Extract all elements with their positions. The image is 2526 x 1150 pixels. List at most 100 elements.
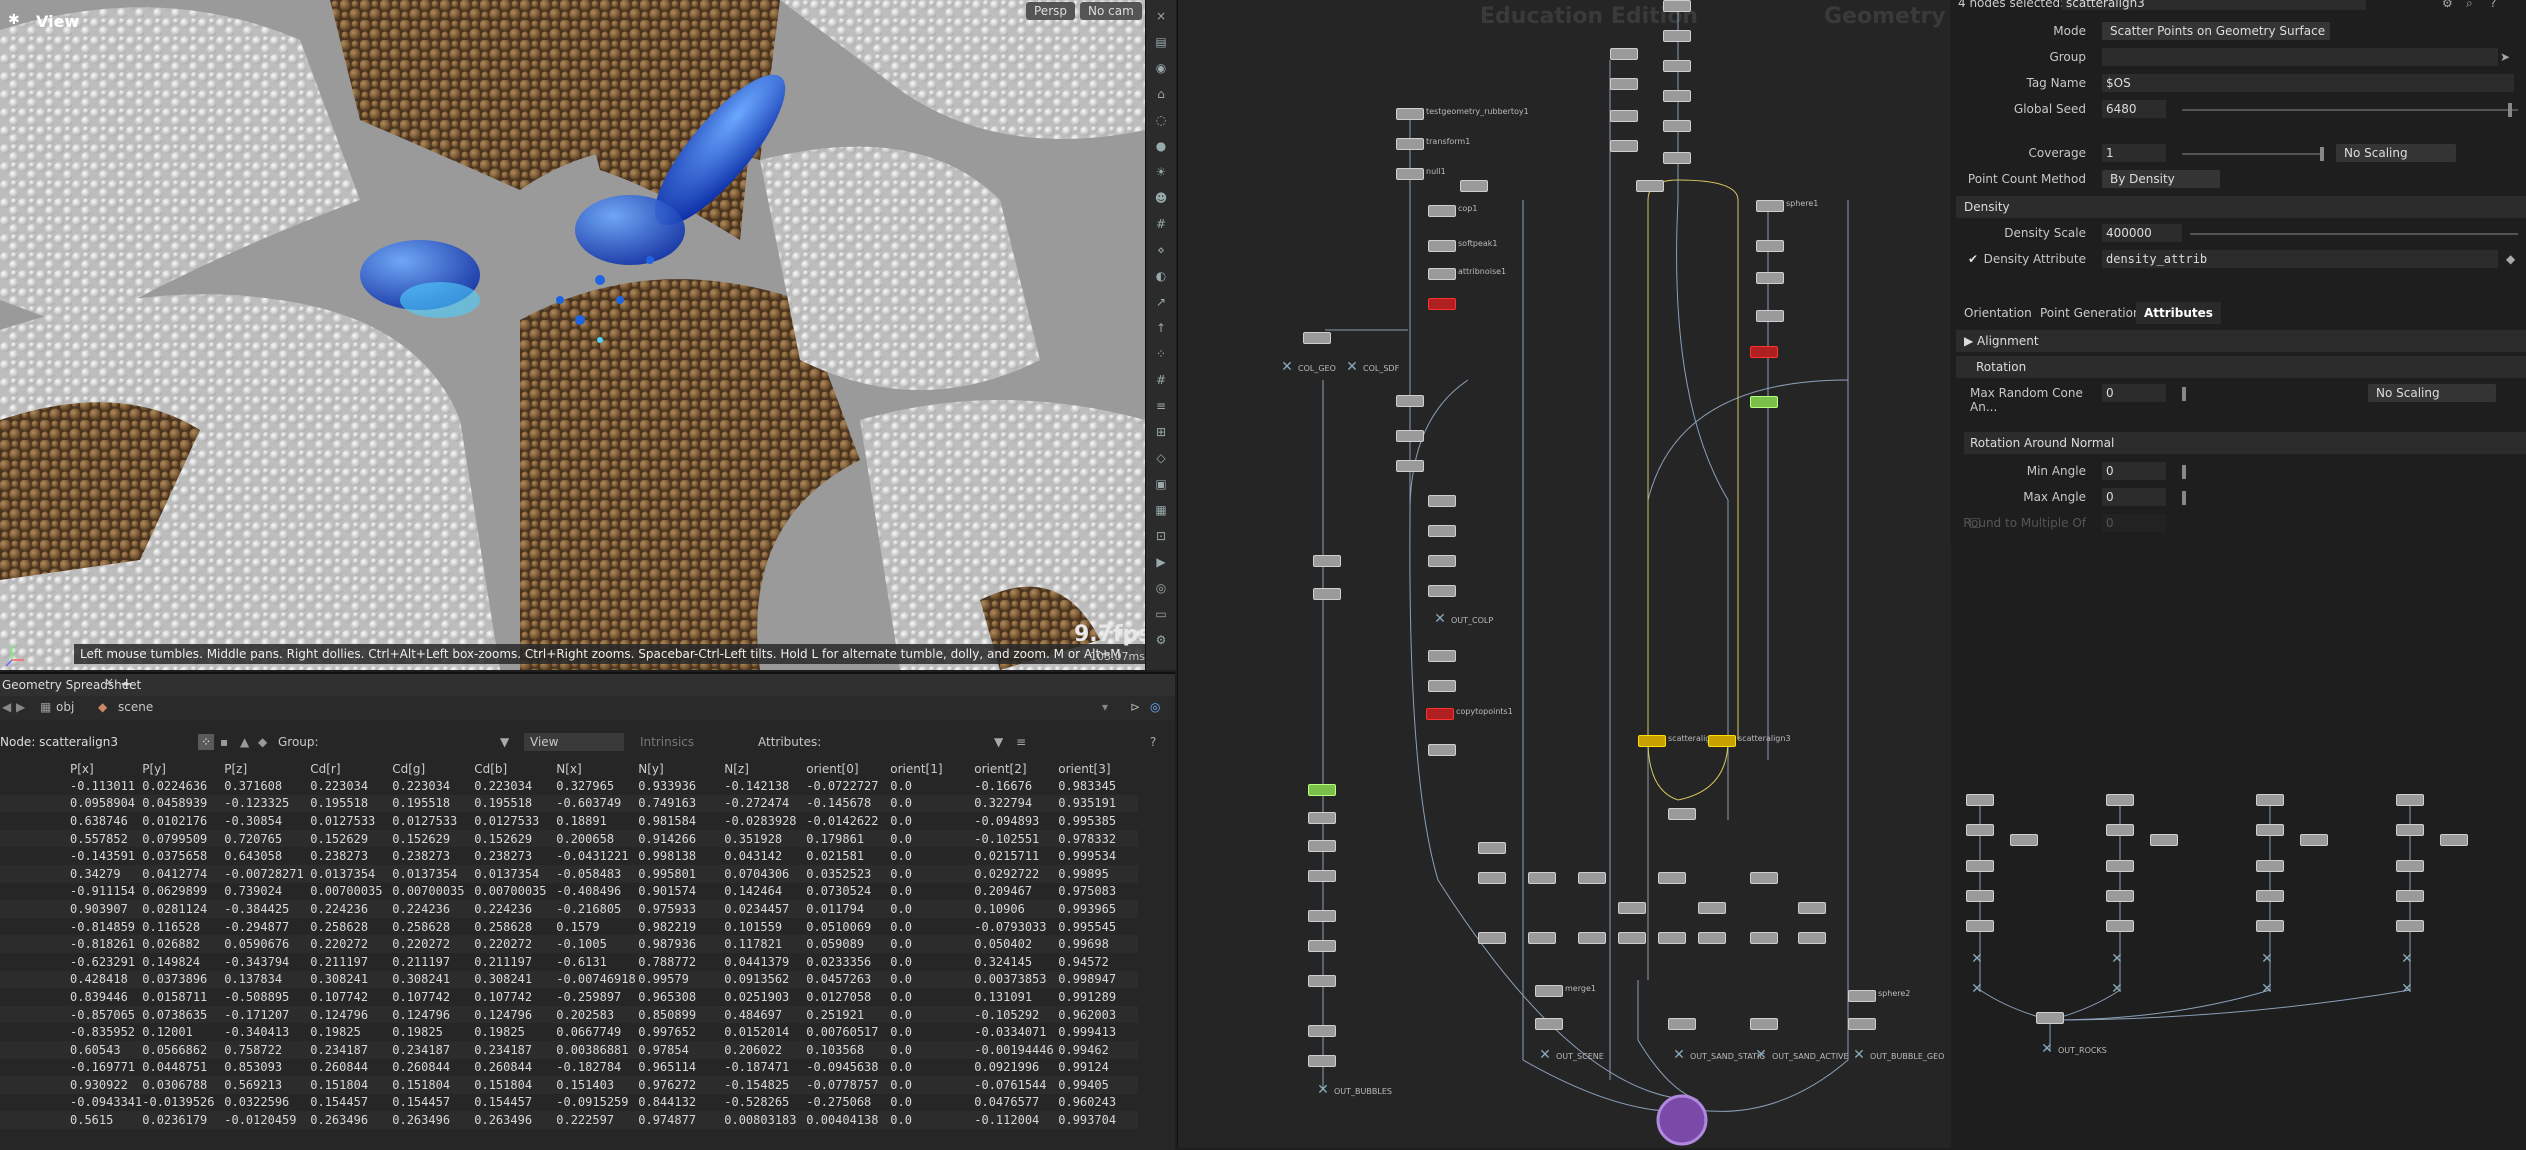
table-row[interactable]: 0.638746 0.0102176 -0.30854 0.0127533 0.0127…	[0, 812, 1138, 830]
node-block-n[interactable]	[1750, 872, 1778, 884]
tab-point-generation[interactable]: Point Generation	[2032, 302, 2149, 324]
node-mid-f[interactable]	[1663, 60, 1691, 72]
out-bubble-geo-icon[interactable]: ✕	[1852, 1048, 1866, 1062]
node-mid-d[interactable]	[1610, 140, 1638, 152]
rock-node[interactable]	[1966, 794, 1994, 806]
node-mid-j[interactable]	[1460, 180, 1488, 192]
out-rock-geo-icon[interactable]: ✕	[2400, 952, 2414, 966]
node-right-b[interactable]	[1756, 272, 1784, 284]
rock-node[interactable]	[2256, 920, 2284, 932]
node-left-d[interactable]	[1428, 495, 1456, 507]
node-block-p[interactable]	[1798, 902, 1826, 914]
node-block-o[interactable]	[1750, 932, 1778, 944]
table-row[interactable]: -0.169771 0.0448751 0.853093 0.260844 0.2608…	[0, 1059, 1138, 1077]
node-left-j[interactable]	[1428, 650, 1456, 662]
density-scale-slider[interactable]	[2190, 233, 2518, 235]
filter-icon[interactable]: ▼	[500, 735, 509, 749]
out-rocks-icon[interactable]: ✕	[2040, 1042, 2054, 1056]
rock-node[interactable]	[2256, 824, 2284, 836]
points-mode-icon[interactable]: ⁘	[198, 734, 214, 750]
node-left-o[interactable]	[1308, 870, 1336, 882]
node-mid-a[interactable]	[1610, 48, 1638, 60]
node-left-p[interactable]	[1308, 910, 1336, 922]
node-block-r[interactable]	[1535, 1018, 1563, 1030]
tab-attributes[interactable]: Attributes	[2136, 302, 2221, 324]
view-menu-icon[interactable]: ✱	[8, 12, 24, 28]
node-left-m[interactable]	[1308, 812, 1336, 824]
density-section[interactable]: Density	[1956, 196, 2526, 218]
coverage-field[interactable]: 1	[2102, 144, 2166, 162]
rock-out-icon[interactable]: ✕	[1970, 982, 1984, 996]
density-attribute-field[interactable]: density_attrib	[2102, 250, 2498, 268]
node-bubble-b[interactable]	[1848, 1018, 1876, 1030]
node-attribnoise1[interactable]	[1428, 268, 1456, 280]
link-icon[interactable]: ◎	[1150, 700, 1160, 714]
node-transform1[interactable]	[1396, 138, 1424, 150]
out-scene-icon[interactable]: ✕	[1538, 1048, 1552, 1062]
out-rock-geo-icon[interactable]: ✕	[2110, 952, 2124, 966]
table-row[interactable]: -0.857065 0.0738635 -0.171207 0.124796 0.124…	[0, 1005, 1139, 1024]
rock-node[interactable]	[2106, 860, 2134, 872]
node-left-q[interactable]	[1308, 940, 1336, 952]
snapshot-icon[interactable]: ▭	[1153, 606, 1169, 622]
node-mid-k[interactable]	[1636, 180, 1664, 192]
tab-orientation[interactable]: Orientation	[1956, 302, 2040, 324]
node-left-t[interactable]	[1308, 1055, 1336, 1067]
persp-menu[interactable]: Persp	[1026, 2, 1075, 20]
flipbook-icon[interactable]: ▶	[1153, 554, 1169, 570]
rock-node[interactable]	[1966, 860, 1994, 872]
prim-numbers-icon[interactable]: ≡	[1153, 398, 1169, 414]
node-left-i[interactable]	[1428, 585, 1456, 597]
settings-icon[interactable]: ⚙	[1153, 632, 1169, 648]
node-block-c[interactable]	[1478, 932, 1506, 944]
alignment-section[interactable]: ▶ Alignment	[1956, 330, 2526, 352]
attrib-filter-icon[interactable]: ▼	[994, 735, 1003, 749]
rotation-section[interactable]: Rotation	[1956, 356, 2526, 378]
view-dropdown[interactable]: View	[524, 733, 624, 751]
node-cop1[interactable]	[1428, 205, 1456, 217]
rock-node[interactable]	[2106, 794, 2134, 806]
table-row[interactable]: 0.60543 0.0566862 0.758722 0.234187 0.234187…	[0, 1040, 1139, 1059]
table-row[interactable]: 0.930922 0.0306788 0.569213 0.151804 0.15180…	[0, 1076, 1139, 1094]
column-header[interactable]: N[y]	[638, 760, 724, 777]
density-scale-field[interactable]: 400000	[2102, 224, 2182, 242]
node-merge-sand[interactable]	[1668, 808, 1696, 820]
attribute-menu-icon[interactable]: ◆	[2506, 252, 2515, 266]
node-null1[interactable]	[1396, 168, 1424, 180]
column-header[interactable]: orient[0]	[806, 760, 890, 777]
rock-node[interactable]	[2150, 834, 2178, 846]
help-icon[interactable]: ?	[2490, 0, 2496, 10]
camera-icon[interactable]: ⊡	[1153, 528, 1169, 544]
out-colp-icon[interactable]: ✕	[1433, 612, 1447, 626]
table-row[interactable]: -0.911154 0.0629899 0.739024 0.00700035 0.00…	[0, 883, 1138, 901]
gear-icon[interactable]: ⚙	[2442, 0, 2453, 10]
node-left-c[interactable]	[1396, 460, 1424, 472]
column-header[interactable]: P[z]	[224, 760, 310, 777]
rock-node[interactable]	[1966, 920, 1994, 932]
prims-mode-icon[interactable]: ▲	[240, 735, 249, 749]
vertex-icon[interactable]: ⁘	[1153, 346, 1169, 362]
table-row[interactable]: 0.557852 0.0799509 0.720765 0.152629 0.15262…	[0, 829, 1139, 848]
help-icon[interactable]: ?	[1150, 735, 1156, 749]
column-header[interactable]: orient[2]	[974, 760, 1058, 777]
out-rock-geo-icon[interactable]: ✕	[2260, 952, 2274, 966]
node-testgeometry[interactable]	[1396, 108, 1424, 120]
table-row[interactable]: 0.428418 0.0373896 0.137834 0.308241 0.30824…	[0, 970, 1139, 989]
node-mid-i[interactable]	[1663, 152, 1691, 164]
tab-close-icon[interactable]: ×	[104, 675, 114, 689]
node-block-d[interactable]	[1528, 872, 1556, 884]
select-arrow-icon[interactable]: ➤	[2500, 50, 2510, 64]
out-bubbles-icon[interactable]: ✕	[1316, 1083, 1330, 1097]
column-header[interactable]: P[x]	[0, 760, 142, 777]
node-sphere2[interactable]	[1848, 990, 1876, 1002]
rock-node[interactable]	[2256, 860, 2284, 872]
out-rock-geo-icon[interactable]: ✕	[1970, 952, 1984, 966]
visualize-icon[interactable]: ◐	[1153, 268, 1169, 284]
node-mid-c[interactable]	[1610, 110, 1638, 122]
grid-icon[interactable]: #	[1153, 216, 1169, 232]
node-network-editor[interactable]: Education Edition Geometry testgeometry_…	[1177, 0, 1951, 1148]
column-header[interactable]: N[x]	[556, 760, 638, 777]
out-sand-active-icon[interactable]: ✕	[1754, 1048, 1768, 1062]
node-left-a[interactable]	[1396, 395, 1424, 407]
node-name-field[interactable]: scatteralign3	[2062, 0, 2366, 10]
